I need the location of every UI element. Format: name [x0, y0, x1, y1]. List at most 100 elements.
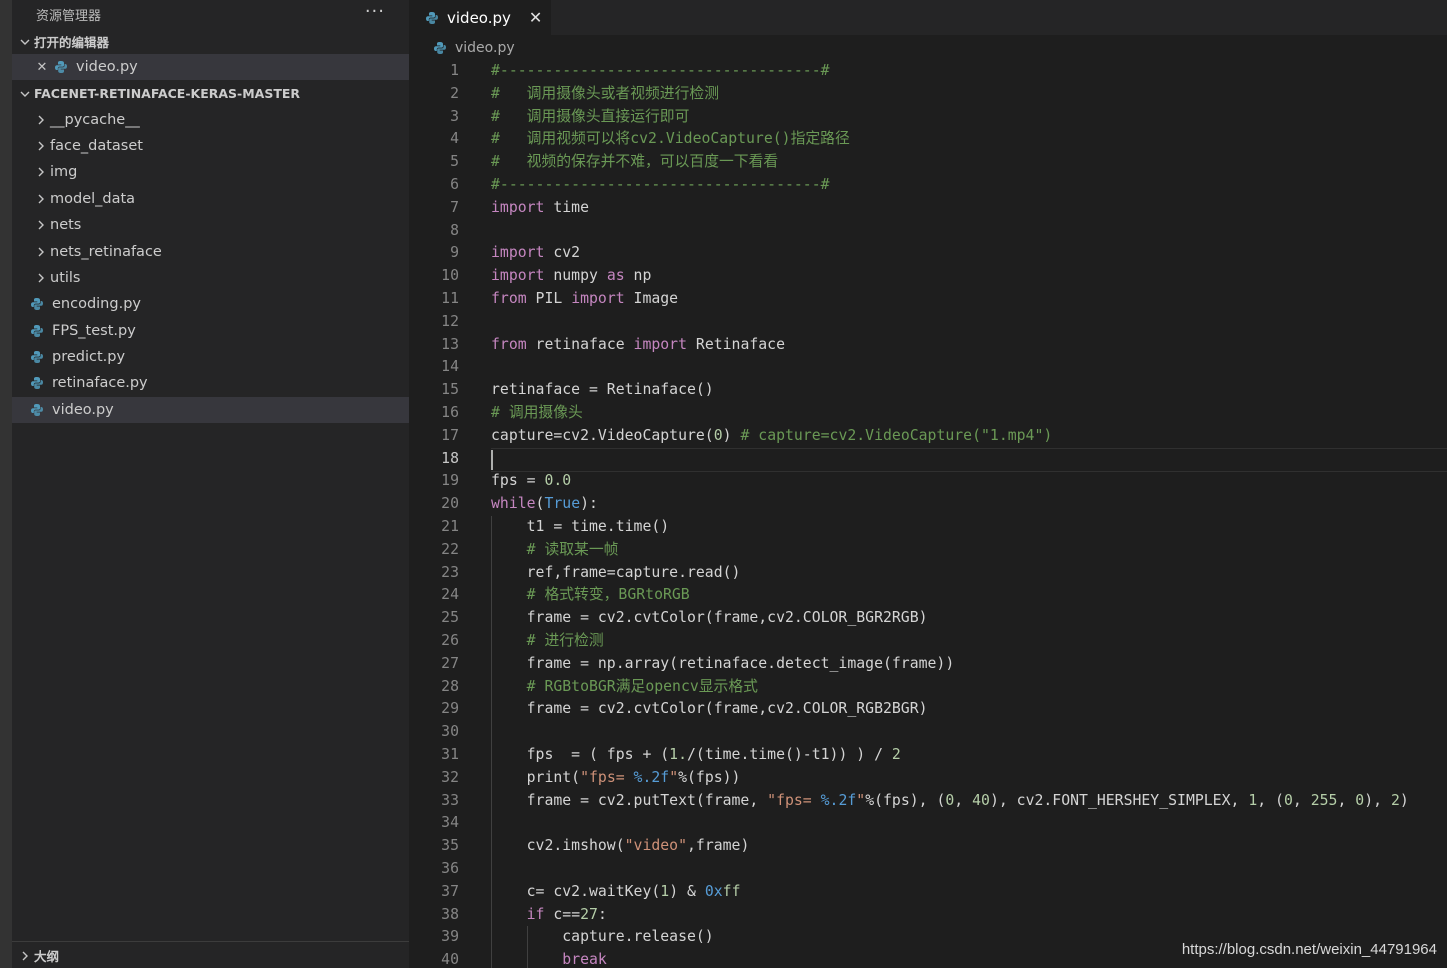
editor-tab-bar: video.py ✕ — [409, 0, 1447, 35]
tab-video-py[interactable]: video.py ✕ — [409, 0, 551, 35]
line-number: 4 — [450, 130, 459, 148]
file-encoding-py[interactable]: encoding.py — [12, 291, 409, 317]
line-number: 2 — [450, 84, 459, 102]
code-line[interactable]: 33 frame = cv2.putText(frame, "fps= %.2f… — [409, 790, 1447, 813]
file-retinaface-py[interactable]: retinaface.py — [12, 370, 409, 396]
folder-label: __pycache__ — [50, 111, 140, 128]
file-predict-py[interactable]: predict.py — [12, 344, 409, 370]
folder-pycache[interactable]: __pycache__ — [12, 106, 409, 132]
file-fps-test-py[interactable]: FPS_test.py — [12, 318, 409, 344]
file-label: predict.py — [52, 349, 126, 366]
code-line[interactable]: 26 # 进行检测 — [409, 630, 1447, 653]
code-line[interactable]: 17 capture=cv2.VideoCapture(0) # capture=… — [409, 425, 1447, 448]
line-number: 17 — [441, 426, 459, 444]
folder-label: utils — [50, 269, 81, 286]
code-line[interactable]: 28 # RGBtoBGR满足opencv显示格式 — [409, 676, 1447, 699]
code-text: #------------------------------------# — [491, 62, 830, 79]
code-line[interactable]: 16 # 调用摄像头 — [409, 402, 1447, 425]
code-line[interactable]: 13 from retinaface import Retinaface — [409, 334, 1447, 357]
open-editor-video-py[interactable]: ✕ video.py — [12, 54, 409, 81]
code-line[interactable]: 12 — [409, 311, 1447, 334]
line-number: 18 — [441, 449, 459, 467]
line-number: 31 — [441, 746, 459, 763]
line-number: 16 — [441, 404, 459, 421]
code-line[interactable]: 18 — [409, 447, 1447, 473]
project-header[interactable]: FACENET-RETINAFACE-KERAS-MASTER — [12, 80, 409, 106]
code-line[interactable]: 7 import time — [409, 197, 1447, 220]
code-line[interactable]: 23 ref,frame=capture.read() — [409, 562, 1447, 585]
code-line[interactable]: 24 # 格式转变，BGRtoRGB — [409, 584, 1447, 607]
open-editors-header[interactable]: 打开的编辑器 — [12, 28, 409, 54]
code-line[interactable]: 14 — [409, 356, 1447, 379]
folder-face-dataset[interactable]: face_dataset — [12, 133, 409, 159]
line-number: 36 — [441, 860, 459, 877]
code-line[interactable]: 35 cv2.imshow("video",frame) — [409, 835, 1447, 858]
code-line[interactable]: 6 #------------------------------------# — [409, 174, 1447, 197]
folder-nets[interactable]: nets — [12, 212, 409, 238]
code-text: # 调用摄像头或者视频进行检测 — [491, 84, 719, 102]
code-line[interactable]: 1 #------------------------------------# — [409, 61, 1447, 83]
open-editors-title: 打开的编辑器 — [34, 34, 110, 50]
tab-label: video.py — [447, 8, 511, 27]
explorer-title: 资源管理器 — [36, 8, 102, 24]
code-text — [491, 447, 1447, 473]
code-line[interactable]: 25 frame = cv2.cvtColor(frame,cv2.COLOR_… — [409, 607, 1447, 630]
code-line[interactable]: 29 frame = cv2.cvtColor(frame,cv2.COLOR_… — [409, 698, 1447, 721]
chevron-right-icon — [32, 217, 50, 233]
line-number: 35 — [441, 837, 459, 855]
code-text: frame = cv2.cvtColor(frame,cv2.COLOR_BGR… — [491, 609, 928, 627]
code-line[interactable]: 37 c= cv2.waitKey(1) & 0xff — [409, 881, 1447, 904]
code-line[interactable]: 4 # 调用视频可以将cv2.VideoCapture()指定路径 — [409, 128, 1447, 151]
folder-nets-retinaface[interactable]: nets_retinaface — [12, 238, 409, 264]
chevron-right-icon — [32, 112, 50, 128]
folder-utils[interactable]: utils — [12, 265, 409, 291]
folder-model-data[interactable]: model_data — [12, 186, 409, 212]
code-line[interactable]: 38 if c==27: — [409, 904, 1447, 927]
code-line[interactable]: 15 retinaface = Retinaface() — [409, 379, 1447, 402]
close-icon[interactable]: ✕ — [529, 8, 542, 27]
line-number: 10 — [441, 267, 459, 285]
python-file-icon — [30, 403, 44, 417]
line-number: 21 — [441, 518, 459, 535]
code-line[interactable]: 9 import cv2 — [409, 242, 1447, 265]
code-text: fps = ( fps + (1./(time.time()-t1)) ) / … — [491, 746, 901, 763]
breadcrumb-file[interactable]: video.py — [455, 40, 515, 56]
code-line[interactable]: 34 — [409, 812, 1447, 835]
code-line[interactable]: 22 # 读取某一帧 — [409, 539, 1447, 562]
code-line[interactable]: 30 — [409, 721, 1447, 744]
project-title: FACENET-RETINAFACE-KERAS-MASTER — [34, 85, 301, 101]
more-actions-icon[interactable]: ··· — [365, 1, 385, 22]
code-editor[interactable]: 1 #------------------------------------# 2… — [409, 61, 1447, 968]
line-number: 9 — [450, 244, 459, 262]
chevron-right-icon — [32, 164, 50, 180]
line-number: 13 — [441, 335, 459, 353]
chevron-right-icon — [32, 244, 50, 260]
code-line[interactable]: 21 t1 = time.time() — [409, 516, 1447, 539]
code-line[interactable]: 27 frame = np.array(retinaface.detect_im… — [409, 653, 1447, 676]
code-line[interactable]: 31 fps = ( fps + (1./(time.time()-t1)) )… — [409, 744, 1447, 767]
code-text: if c==27: — [526, 905, 607, 923]
line-number: 19 — [441, 472, 459, 490]
code-line[interactable]: 20 while(True): — [409, 493, 1447, 516]
code-text: frame = cv2.cvtColor(frame,cv2.COLOR_RGB… — [491, 700, 928, 718]
outline-header[interactable]: 大纲 — [12, 941, 409, 968]
code-line[interactable]: 36 — [409, 858, 1447, 881]
close-icon[interactable]: ✕ — [34, 60, 50, 75]
indent-guide — [527, 926, 528, 968]
code-line[interactable]: 32 print("fps= %.2f"%(fps)) — [409, 767, 1447, 790]
code-line[interactable]: 10 import numpy as np — [409, 265, 1447, 288]
code-text: t1 = time.time() — [491, 518, 670, 535]
open-editors-list: ✕ video.py — [12, 54, 409, 81]
folder-label: img — [50, 164, 78, 181]
line-number: 38 — [441, 905, 459, 923]
file-video-py[interactable]: video.py — [12, 396, 409, 424]
folder-label: model_data — [50, 190, 136, 207]
code-line[interactable]: 2 # 调用摄像头或者视频进行检测 — [409, 83, 1447, 106]
code-line[interactable]: 19 fps = 0.0 — [409, 470, 1447, 493]
code-line[interactable]: 11 from PIL import Image — [409, 288, 1447, 311]
code-line[interactable]: 3 # 调用摄像头直接运行即可 — [409, 106, 1447, 129]
code-line[interactable]: 8 — [409, 220, 1447, 243]
line-number: 6 — [450, 176, 459, 193]
code-line[interactable]: 5 # 视频的保存并不难，可以百度一下看看 — [409, 151, 1447, 174]
folder-img[interactable]: img — [12, 159, 409, 185]
